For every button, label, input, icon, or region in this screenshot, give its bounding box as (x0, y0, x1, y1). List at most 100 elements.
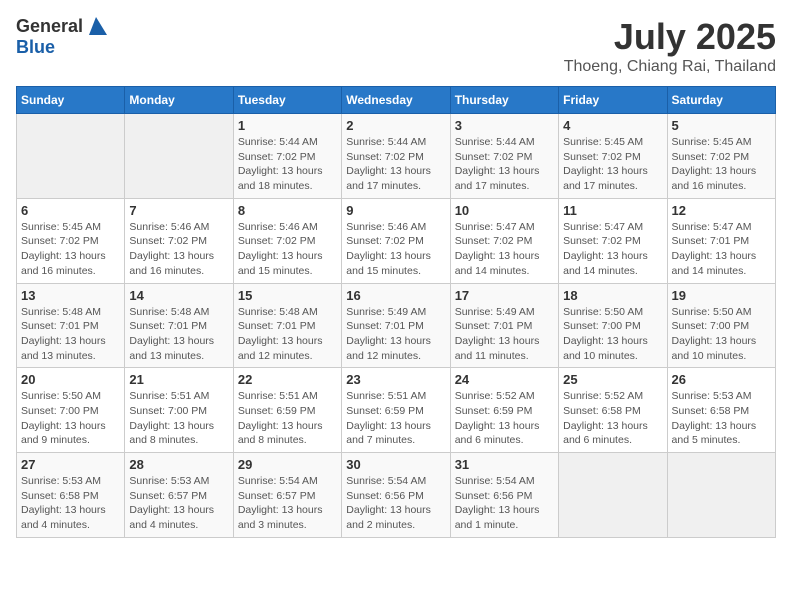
day-number: 2 (346, 118, 445, 133)
day-number: 30 (346, 457, 445, 472)
day-info: Sunrise: 5:51 AM Sunset: 6:59 PM Dayligh… (346, 389, 445, 448)
calendar-cell: 10 Sunrise: 5:47 AM Sunset: 7:02 PM Dayli… (450, 198, 558, 283)
calendar-week-4: 20Sunrise: 5:50 AM Sunset: 7:00 PM Dayli… (17, 368, 776, 453)
day-number: 14 (129, 288, 228, 303)
calendar-cell: 16Sunrise: 5:49 AM Sunset: 7:01 PM Dayli… (342, 283, 450, 368)
logo-blue-text: Blue (16, 37, 55, 58)
calendar-table: Sunday Monday Tuesday Wednesday Thursday… (16, 86, 776, 538)
col-sunday: Sunday (17, 87, 125, 114)
calendar-week-5: 27Sunrise: 5:53 AM Sunset: 6:58 PM Dayli… (17, 453, 776, 538)
day-number: 13 (21, 288, 120, 303)
day-number: 6 (21, 203, 120, 218)
calendar-cell: 28 Sunrise: 5:53 AM Sunset: 6:57 PM Dayli… (125, 453, 233, 538)
calendar-cell: 21Sunrise: 5:51 AM Sunset: 7:00 PM Dayli… (125, 368, 233, 453)
calendar-cell: 20Sunrise: 5:50 AM Sunset: 7:00 PM Dayli… (17, 368, 125, 453)
calendar-cell: 18Sunrise: 5:50 AM Sunset: 7:00 PM Dayli… (559, 283, 667, 368)
day-info: Sunrise: 5:46 AM Sunset: 7:02 PM Dayligh… (346, 220, 445, 279)
calendar-cell: 30 Sunrise: 5:54 AM Sunset: 6:56 PM Dayli… (342, 453, 450, 538)
day-info: Sunrise: 5:48 AM Sunset: 7:01 PM Dayligh… (21, 305, 120, 364)
calendar-week-1: 1Sunrise: 5:44 AM Sunset: 7:02 PM Daylig… (17, 114, 776, 199)
calendar-cell: 25Sunrise: 5:52 AM Sunset: 6:58 PM Dayli… (559, 368, 667, 453)
col-monday: Monday (125, 87, 233, 114)
day-number: 5 (672, 118, 771, 133)
day-number: 29 (238, 457, 337, 472)
calendar-cell (559, 453, 667, 538)
calendar-cell: 23 Sunrise: 5:51 AM Sunset: 6:59 PM Dayli… (342, 368, 450, 453)
day-info: Sunrise: 5:47 AM Sunset: 7:01 PM Dayligh… (672, 220, 771, 279)
day-number: 7 (129, 203, 228, 218)
header-row: Sunday Monday Tuesday Wednesday Thursday… (17, 87, 776, 114)
calendar-cell: 19Sunrise: 5:50 AM Sunset: 7:00 PM Dayli… (667, 283, 775, 368)
logo-general-text: General (16, 16, 83, 37)
day-info: Sunrise: 5:44 AM Sunset: 7:02 PM Dayligh… (346, 135, 445, 194)
calendar-cell: 8Sunrise: 5:46 AM Sunset: 7:02 PM Daylig… (233, 198, 341, 283)
day-info: Sunrise: 5:47 AM Sunset: 7:02 PM Dayligh… (563, 220, 662, 279)
col-tuesday: Tuesday (233, 87, 341, 114)
day-info: Sunrise: 5:46 AM Sunset: 7:02 PM Dayligh… (129, 220, 228, 279)
day-number: 3 (455, 118, 554, 133)
day-number: 18 (563, 288, 662, 303)
logo-icon (85, 17, 107, 35)
day-info: Sunrise: 5:51 AM Sunset: 6:59 PM Dayligh… (238, 389, 337, 448)
day-info: Sunrise: 5:52 AM Sunset: 6:58 PM Dayligh… (563, 389, 662, 448)
calendar-week-3: 13 Sunrise: 5:48 AM Sunset: 7:01 PM Dayli… (17, 283, 776, 368)
day-number: 28 (129, 457, 228, 472)
calendar-cell: 24 Sunrise: 5:52 AM Sunset: 6:59 PM Dayli… (450, 368, 558, 453)
calendar-cell (125, 114, 233, 199)
calendar-cell: 2 Sunrise: 5:44 AM Sunset: 7:02 PM Daylig… (342, 114, 450, 199)
day-info: Sunrise: 5:47 AM Sunset: 7:02 PM Dayligh… (455, 220, 554, 279)
calendar-cell: 5 Sunrise: 5:45 AM Sunset: 7:02 PM Daylig… (667, 114, 775, 199)
day-number: 23 (346, 372, 445, 387)
calendar-cell: 7 Sunrise: 5:46 AM Sunset: 7:02 PM Daylig… (125, 198, 233, 283)
calendar-cell: 6 Sunrise: 5:45 AM Sunset: 7:02 PM Daylig… (17, 198, 125, 283)
day-info: Sunrise: 5:46 AM Sunset: 7:02 PM Dayligh… (238, 220, 337, 279)
day-number: 22 (238, 372, 337, 387)
calendar-location: Thoeng, Chiang Rai, Thailand (564, 58, 776, 76)
calendar-cell: 15Sunrise: 5:48 AM Sunset: 7:01 PM Dayli… (233, 283, 341, 368)
calendar-header: Sunday Monday Tuesday Wednesday Thursday… (17, 87, 776, 114)
calendar-cell: 17 Sunrise: 5:49 AM Sunset: 7:01 PM Dayli… (450, 283, 558, 368)
calendar-week-2: 6 Sunrise: 5:45 AM Sunset: 7:02 PM Daylig… (17, 198, 776, 283)
day-info: Sunrise: 5:53 AM Sunset: 6:57 PM Dayligh… (129, 474, 228, 533)
day-info: Sunrise: 5:49 AM Sunset: 7:01 PM Dayligh… (455, 305, 554, 364)
day-info: Sunrise: 5:45 AM Sunset: 7:02 PM Dayligh… (563, 135, 662, 194)
calendar-cell: 13 Sunrise: 5:48 AM Sunset: 7:01 PM Dayli… (17, 283, 125, 368)
page-header: General Blue July 2025 Thoeng, Chiang Ra… (16, 16, 776, 76)
day-info: Sunrise: 5:54 AM Sunset: 6:57 PM Dayligh… (238, 474, 337, 533)
calendar-cell (17, 114, 125, 199)
col-saturday: Saturday (667, 87, 775, 114)
title-area: July 2025 Thoeng, Chiang Rai, Thailand (564, 16, 776, 76)
day-info: Sunrise: 5:45 AM Sunset: 7:02 PM Dayligh… (672, 135, 771, 194)
calendar-cell: 14Sunrise: 5:48 AM Sunset: 7:01 PM Dayli… (125, 283, 233, 368)
col-thursday: Thursday (450, 87, 558, 114)
calendar-title: July 2025 (564, 16, 776, 58)
day-number: 31 (455, 457, 554, 472)
calendar-body: 1Sunrise: 5:44 AM Sunset: 7:02 PM Daylig… (17, 114, 776, 538)
day-info: Sunrise: 5:49 AM Sunset: 7:01 PM Dayligh… (346, 305, 445, 364)
day-number: 9 (346, 203, 445, 218)
calendar-cell: 22 Sunrise: 5:51 AM Sunset: 6:59 PM Dayli… (233, 368, 341, 453)
col-friday: Friday (559, 87, 667, 114)
logo: General Blue (16, 16, 107, 58)
day-info: Sunrise: 5:51 AM Sunset: 7:00 PM Dayligh… (129, 389, 228, 448)
day-number: 24 (455, 372, 554, 387)
day-number: 26 (672, 372, 771, 387)
day-number: 17 (455, 288, 554, 303)
col-wednesday: Wednesday (342, 87, 450, 114)
day-number: 4 (563, 118, 662, 133)
calendar-cell: 31 Sunrise: 5:54 AM Sunset: 6:56 PM Dayli… (450, 453, 558, 538)
calendar-cell: 4 Sunrise: 5:45 AM Sunset: 7:02 PM Daylig… (559, 114, 667, 199)
day-info: Sunrise: 5:54 AM Sunset: 6:56 PM Dayligh… (346, 474, 445, 533)
calendar-cell: 26Sunrise: 5:53 AM Sunset: 6:58 PM Dayli… (667, 368, 775, 453)
day-info: Sunrise: 5:44 AM Sunset: 7:02 PM Dayligh… (455, 135, 554, 194)
day-info: Sunrise: 5:48 AM Sunset: 7:01 PM Dayligh… (238, 305, 337, 364)
calendar-cell: 9 Sunrise: 5:46 AM Sunset: 7:02 PM Daylig… (342, 198, 450, 283)
day-info: Sunrise: 5:45 AM Sunset: 7:02 PM Dayligh… (21, 220, 120, 279)
day-number: 10 (455, 203, 554, 218)
calendar-cell: 1Sunrise: 5:44 AM Sunset: 7:02 PM Daylig… (233, 114, 341, 199)
calendar-cell: 3 Sunrise: 5:44 AM Sunset: 7:02 PM Daylig… (450, 114, 558, 199)
day-info: Sunrise: 5:52 AM Sunset: 6:59 PM Dayligh… (455, 389, 554, 448)
calendar-cell: 27Sunrise: 5:53 AM Sunset: 6:58 PM Dayli… (17, 453, 125, 538)
day-info: Sunrise: 5:54 AM Sunset: 6:56 PM Dayligh… (455, 474, 554, 533)
day-number: 12 (672, 203, 771, 218)
